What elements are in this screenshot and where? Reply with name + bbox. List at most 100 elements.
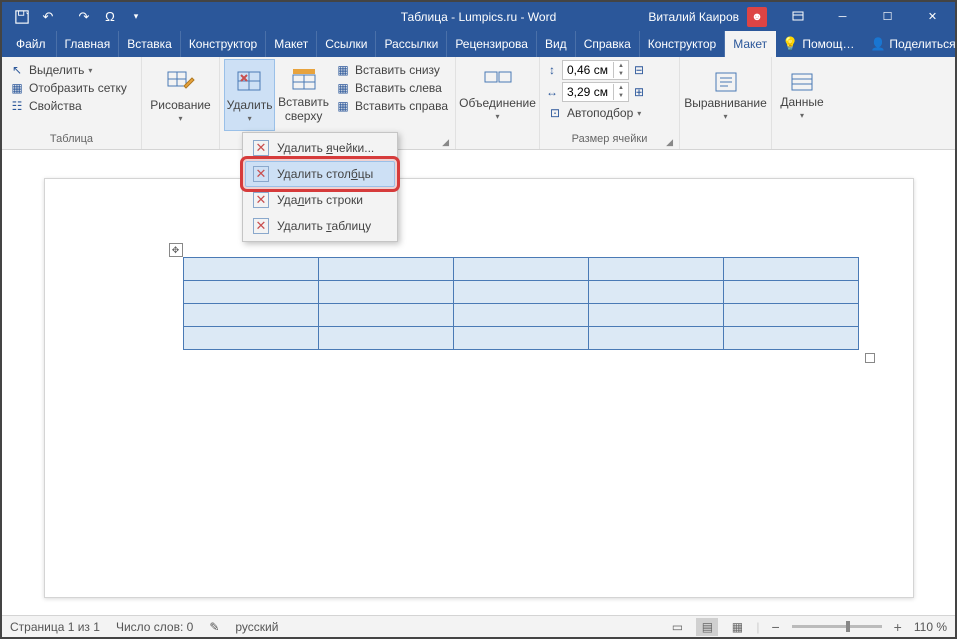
chevron-down-icon: ▾ [178,114,182,123]
delete-cells-icon: ✕ [253,140,269,156]
share-button[interactable]: 👤Поделиться [864,37,957,51]
merge-icon [483,70,513,94]
tab-design[interactable]: Конструктор [181,31,266,57]
insert-above-button[interactable]: Вставить сверху [277,59,330,131]
qat-customize-icon[interactable]: ▾ [124,5,148,29]
insert-left-icon: ▦ [335,80,351,96]
col-width-icon: ↔ [544,84,560,100]
read-mode-icon[interactable]: ▭ [666,618,688,636]
document-area[interactable]: ✥ [2,150,955,615]
spinner-down-icon[interactable]: ▼ [614,70,628,78]
delete-table-item[interactable]: ✕Удалить таблицу [245,213,395,239]
properties-button[interactable]: ☷Свойства [6,97,130,115]
table-row [183,327,858,350]
tab-help[interactable]: Справка [576,31,640,57]
tab-references[interactable]: Ссылки [317,31,376,57]
insert-below-icon: ▦ [335,62,351,78]
zoom-out-button[interactable]: − [767,619,783,635]
document-table[interactable] [183,257,859,350]
status-proofing-icon[interactable]: ✎ [209,620,219,634]
delete-columns-icon: ✕ [253,166,269,182]
draw-table-button[interactable]: Рисование ▾ [149,59,213,131]
table-row [183,304,858,327]
tell-me[interactable]: 💡Помощ… [776,36,860,52]
zoom-level[interactable]: 110 % [914,620,947,634]
maximize-button[interactable]: ☐ [865,2,910,31]
status-language[interactable]: русский [235,620,278,634]
dialog-launcher-icon[interactable]: ◢ [442,137,449,148]
insert-left-button[interactable]: ▦Вставить слева [332,79,451,97]
table-resize-handle-icon[interactable] [865,353,875,363]
data-button[interactable]: Данные ▾ [776,59,828,131]
ribbon-display-icon[interactable] [775,2,820,31]
page: ✥ [44,178,914,598]
group-label-data [776,133,828,149]
distribute-cols-icon[interactable]: ⊞ [631,84,647,100]
cursor-icon: ↖ [9,62,25,78]
merge-button[interactable]: Объединение ▾ [466,59,530,131]
delete-rows-icon: ✕ [253,192,269,208]
tab-file[interactable]: Файл [6,31,57,57]
chevron-down-icon: ▾ [723,112,727,121]
tab-view[interactable]: Вид [537,31,576,57]
grid-icon: ▦ [9,80,25,96]
delete-columns-item[interactable]: ✕Удалить столбцы [245,161,395,187]
group-label-alignment [684,133,767,149]
omega-icon[interactable]: Ω [98,5,122,29]
select-button[interactable]: ↖Выделить▾ [6,61,130,79]
delete-cells-item[interactable]: ✕Удалить ячейки... [245,135,395,161]
chevron-down-icon: ▾ [248,114,252,123]
status-page[interactable]: Страница 1 из 1 [10,620,100,634]
status-words[interactable]: Число слов: 0 [116,620,193,634]
tab-layout[interactable]: Макет [266,31,317,57]
web-layout-icon[interactable]: ▦ [726,618,748,636]
redo-icon[interactable]: ↷ [72,5,96,29]
insert-right-icon: ▦ [335,98,351,114]
chevron-down-icon: ▾ [88,66,92,75]
zoom-slider[interactable] [792,625,882,628]
print-layout-icon[interactable]: ▤ [696,618,718,636]
tab-review[interactable]: Рецензирова [447,31,537,57]
delete-rows-item[interactable]: ✕Удалить строки [245,187,395,213]
properties-icon: ☷ [9,98,25,114]
autofit-button[interactable]: ⊡Автоподбор▾ [544,104,647,122]
insert-below-button[interactable]: ▦Вставить снизу [332,61,451,79]
view-gridlines-button[interactable]: ▦Отобразить сетку [6,79,130,97]
row-height-input[interactable]: ▲▼ [562,60,629,80]
zoom-in-button[interactable]: + [890,619,906,635]
group-label-table: Таблица [6,133,137,149]
delete-button[interactable]: Удалить ▾ [224,59,275,131]
spinner-up-icon[interactable]: ▲ [614,84,628,92]
table-move-handle-icon[interactable]: ✥ [169,243,183,257]
delete-menu: ✕Удалить ячейки... ✕Удалить столбцы ✕Уда… [242,132,398,242]
spinner-down-icon[interactable]: ▼ [614,92,628,100]
delete-table-icon [235,68,265,96]
col-width-input[interactable]: ▲▼ [562,82,629,102]
close-button[interactable]: ✕ [910,2,955,31]
chevron-down-icon: ▾ [495,112,499,121]
undo-icon[interactable]: ↶ [36,5,60,29]
group-label-draw [146,133,215,149]
user-avatar-icon[interactable]: ☻ [747,7,767,27]
window-title: Таблица - Lumpics.ru - Word [401,10,557,24]
delete-table-icon: ✕ [253,218,269,234]
share-icon: 👤 [870,37,885,51]
distribute-rows-icon[interactable]: ⊟ [631,62,647,78]
table-row [183,281,858,304]
tab-insert[interactable]: Вставка [119,31,181,57]
tab-home[interactable]: Главная [57,31,120,57]
insert-right-button[interactable]: ▦Вставить справа [332,97,451,115]
bulb-icon: 💡 [782,36,798,52]
user-name[interactable]: Виталий Каиров [640,10,747,24]
tab-table-layout[interactable]: Макет [725,31,776,57]
tab-mailings[interactable]: Рассылки [376,31,447,57]
dialog-launcher-icon[interactable]: ◢ [666,137,673,148]
minimize-button[interactable]: ─ [820,2,865,31]
tab-table-design[interactable]: Конструктор [640,31,725,57]
alignment-button[interactable]: Выравнивание ▾ [694,59,758,131]
row-height-icon: ↕ [544,62,560,78]
spinner-up-icon[interactable]: ▲ [614,62,628,70]
chevron-down-icon: ▾ [637,109,641,118]
save-icon[interactable] [10,5,34,29]
chevron-down-icon: ▾ [800,111,804,120]
